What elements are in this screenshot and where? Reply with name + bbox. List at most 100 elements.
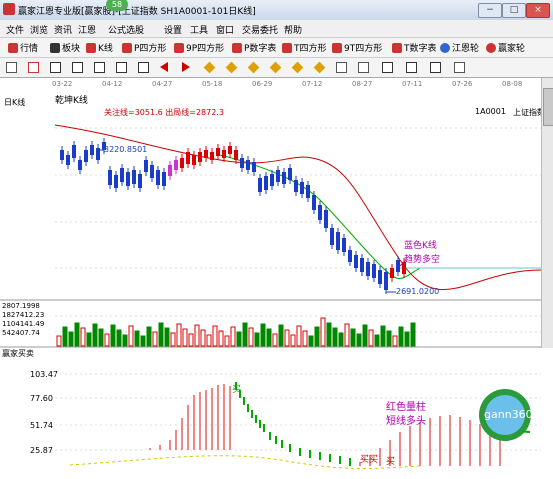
candle-body: [378, 270, 382, 284]
volume-bar: [158, 322, 164, 347]
candle-body: [114, 175, 118, 188]
logo-text: gann360: [484, 408, 533, 421]
volume-bar: [248, 327, 254, 347]
volume-axis-label: 1104141.49: [2, 320, 44, 328]
buy-mark: 买: [386, 456, 395, 467]
high-price-label: 3220.8501: [104, 145, 147, 154]
candle-body: [174, 160, 178, 170]
volume-bar: [404, 331, 410, 347]
candle-body: [318, 205, 322, 220]
buy-mark: 买: [232, 384, 241, 395]
indicator-tick: 77.60: [30, 394, 53, 403]
candle-body: [348, 250, 352, 262]
volume-bar: [380, 325, 386, 347]
candle-body: [372, 264, 376, 278]
candle-body: [138, 174, 142, 188]
candle-body: [288, 168, 292, 180]
short-term-note: 短线多头: [386, 414, 426, 427]
candle-body: [60, 150, 64, 160]
candle-body: [96, 148, 100, 160]
candle-body: [198, 152, 202, 162]
volume-bar: [326, 322, 332, 347]
volume-bar: [146, 326, 152, 347]
candle-body: [384, 272, 388, 290]
candle-body: [66, 155, 70, 165]
volume-bar: [68, 331, 74, 347]
candle-body: [78, 160, 82, 170]
volume-bar: [176, 323, 182, 347]
red-volume-note: 红色量柱: [386, 400, 426, 413]
candle-body: [342, 238, 346, 252]
candle-body: [126, 172, 130, 186]
volume-bar: [140, 335, 146, 347]
volume-bar: [80, 327, 86, 347]
volume-bar: [86, 332, 92, 347]
volume-bar: [314, 326, 320, 347]
volume-bar: [206, 334, 212, 347]
volume-bar: [110, 324, 116, 347]
candle-body: [186, 152, 190, 164]
volume-bar: [374, 334, 380, 347]
volume-axis-label: 2807.1998: [2, 302, 40, 310]
indicator-tick: 51.74: [30, 421, 53, 430]
volume-bar: [188, 333, 194, 347]
candle-body: [330, 228, 334, 245]
candle-body: [336, 232, 340, 250]
candle-body: [276, 170, 280, 182]
candle-body: [72, 145, 76, 158]
candle-body: [84, 150, 88, 162]
volume-bar: [242, 322, 248, 347]
candle-body: [366, 262, 370, 276]
candle-body: [108, 170, 112, 185]
volume-bar: [386, 330, 392, 347]
volume-bar: [254, 332, 260, 347]
volume-bar: [392, 335, 398, 347]
volume-bar: [152, 331, 158, 347]
chart-canvas: 3220.8501 2691.0200 蓝色K线趋势多空 2807.199818274…: [0, 124, 542, 469]
volume-bar: [128, 325, 134, 347]
volume-bar: [290, 334, 296, 347]
candle-body: [120, 168, 124, 182]
volume-bar: [74, 322, 80, 347]
volume-bar: [266, 328, 272, 347]
candle-body: [204, 150, 208, 158]
scroll-thumb[interactable]: [543, 88, 553, 126]
candle-body: [150, 165, 154, 178]
volume-bar: [398, 326, 404, 347]
candle-body: [300, 182, 304, 194]
volume-bar: [350, 328, 356, 347]
volume-bar: [170, 332, 176, 347]
candle-body: [390, 268, 394, 278]
volume-bar: [122, 334, 128, 347]
volume-bar: [104, 333, 110, 347]
candle-body: [180, 158, 184, 168]
volume-bar: [236, 331, 242, 347]
volume-bar: [302, 330, 308, 347]
buy-mark: 买买: [360, 454, 378, 465]
volume-bar: [260, 323, 266, 347]
volume-bar: [134, 330, 140, 347]
candle-body: [228, 146, 232, 154]
candle-body: [324, 210, 328, 228]
indicator-tick: 25.87: [30, 446, 53, 455]
volume-bar: [92, 323, 98, 347]
candle-body: [294, 180, 298, 192]
candle-body: [216, 148, 220, 156]
volume-bar: [218, 330, 224, 347]
candle-body: [306, 185, 310, 198]
candle-body: [132, 170, 136, 184]
candle-body: [258, 178, 262, 192]
candle-body: [144, 160, 148, 172]
candle-body: [252, 162, 256, 172]
candle-body: [246, 160, 250, 170]
candle-body: [234, 150, 238, 160]
candle-body: [264, 176, 268, 190]
candle-body: [360, 258, 364, 272]
candle-body: [354, 255, 358, 268]
indicator-tick: 103.47: [30, 370, 58, 379]
volume-bar: [230, 326, 236, 347]
trend-note: 趋势多空: [404, 253, 440, 265]
volume-axis-label: 542407.74: [2, 329, 40, 337]
indicator-title: 赢家买卖: [2, 348, 34, 358]
vertical-scrollbar[interactable]: [541, 78, 553, 348]
